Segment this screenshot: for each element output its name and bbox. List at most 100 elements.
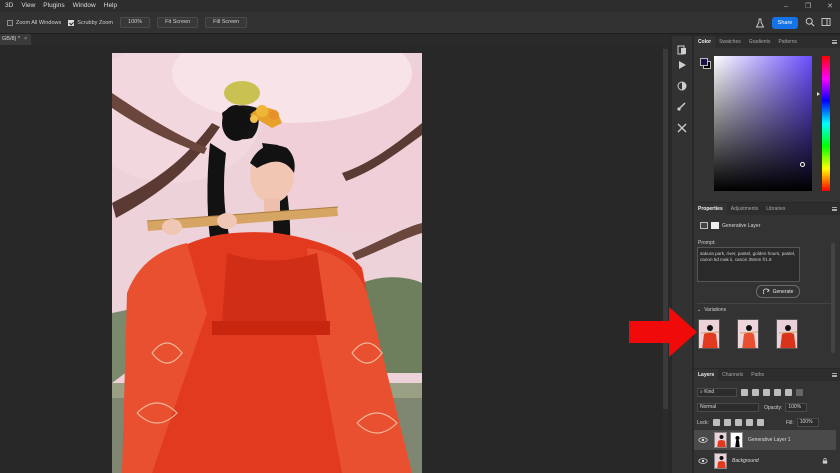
- opacity-field[interactable]: 100%: [785, 403, 808, 412]
- layer-row-generative[interactable]: Generative Layer 1: [694, 430, 836, 450]
- lock-label: Lock:: [697, 419, 709, 426]
- brush-settings-icon[interactable]: [676, 100, 688, 112]
- flask-icon[interactable]: [755, 18, 765, 28]
- tab-libraries[interactable]: Libraries: [762, 203, 789, 215]
- layer-name: Background: [732, 458, 759, 464]
- lock-position-icon[interactable]: [734, 419, 742, 426]
- properties-scrollbar[interactable]: [831, 243, 835, 353]
- lock-transparent-icon[interactable]: [712, 419, 720, 426]
- panel-menu-icon[interactable]: [832, 40, 837, 44]
- share-button[interactable]: Share: [772, 17, 798, 29]
- chevron-down-icon: ⌄: [697, 307, 702, 313]
- checkbox-unchecked-icon: [7, 19, 13, 26]
- layer-thumbnail: [714, 453, 727, 469]
- menu-3d[interactable]: 3D: [0, 0, 17, 12]
- menu-plugins[interactable]: Plugins: [39, 0, 68, 12]
- zoom-100-button[interactable]: 100%: [120, 17, 151, 28]
- variation-thumbnail-3[interactable]: [776, 319, 798, 349]
- adjustment-filter-icon[interactable]: [752, 389, 759, 396]
- generate-icon: [762, 288, 770, 295]
- fit-screen-button[interactable]: Fit Screen: [157, 17, 199, 28]
- minimize-icon[interactable]: –: [782, 3, 790, 10]
- layer-type-label: Generative Layer: [722, 222, 761, 229]
- canvas-image[interactable]: [112, 53, 422, 473]
- type-filter-icon[interactable]: [763, 389, 770, 396]
- tab-swatches[interactable]: Swatches: [715, 36, 745, 48]
- restore-icon[interactable]: ❐: [804, 2, 812, 10]
- tab-adjustments[interactable]: Adjustments: [727, 203, 763, 215]
- layers-panel-tabs: Layers Channels Paths: [694, 369, 840, 381]
- workspace-icon[interactable]: [821, 17, 831, 27]
- play-icon[interactable]: [676, 59, 688, 71]
- zoom-all-windows-checkbox[interactable]: Zoom All Windows: [7, 19, 61, 26]
- generate-button[interactable]: Generate: [756, 285, 800, 298]
- hue-slider[interactable]: [822, 56, 830, 191]
- document-tab-bar: GB/8) * ×: [0, 34, 670, 45]
- pixel-filter-icon[interactable]: [741, 389, 748, 396]
- kind-filter-label: Kind: [704, 389, 715, 395]
- layer-filter-row: ⌕ Kind: [697, 388, 803, 397]
- lock-artboard-icon[interactable]: [745, 419, 753, 426]
- lock-image-icon[interactable]: [723, 419, 731, 426]
- color-panel: Color Swatches Gradients Patterns: [694, 36, 840, 202]
- menu-view[interactable]: View: [17, 0, 39, 12]
- variation-thumbnail-2[interactable]: [737, 319, 759, 349]
- blend-mode-select[interactable]: Normal: [697, 403, 759, 412]
- properties-panel: Properties Adjustments Libraries Generat…: [694, 203, 840, 368]
- tab-color[interactable]: Color: [694, 36, 716, 48]
- smart-object-filter-icon[interactable]: [785, 389, 792, 396]
- close-tab-icon[interactable]: ×: [24, 34, 27, 45]
- lock-row: Lock: Fill: 100%: [697, 418, 819, 427]
- visibility-eye-icon[interactable]: [698, 458, 708, 464]
- tab-patterns[interactable]: Patterns: [774, 36, 801, 48]
- panel-menu-icon[interactable]: [832, 207, 837, 211]
- adjustment-icon[interactable]: [676, 80, 688, 92]
- menu-help[interactable]: Help: [100, 0, 121, 12]
- document-tab-label: GB/8) *: [2, 36, 21, 42]
- shape-filter-icon[interactable]: [774, 389, 781, 396]
- visibility-eye-icon[interactable]: [698, 437, 708, 443]
- prompt-label: Prompt:: [698, 240, 716, 246]
- color-picker-field[interactable]: [714, 56, 812, 191]
- filter-toggle-icon[interactable]: [796, 389, 803, 396]
- variations-label: Variations: [704, 307, 727, 313]
- document-tab[interactable]: GB/8) * ×: [0, 34, 32, 45]
- tab-gradients[interactable]: Gradients: [745, 36, 775, 48]
- tab-channels[interactable]: Channels: [718, 369, 747, 381]
- section-divider: [697, 303, 833, 304]
- layer-name: Generative Layer 1: [748, 437, 791, 443]
- color-picker-cursor[interactable]: [800, 162, 805, 167]
- properties-panel-tabs: Properties Adjustments Libraries: [694, 203, 840, 215]
- generate-label: Generate: [772, 288, 794, 295]
- prompt-textarea[interactable]: sakura park, river, pastel, golden hours…: [697, 247, 800, 282]
- blend-row: Normal Opacity: 100%: [697, 403, 808, 412]
- canvas-scrollbar[interactable]: [663, 45, 668, 473]
- search-icon[interactable]: [805, 17, 815, 27]
- history-icon[interactable]: [676, 44, 688, 56]
- hue-slider-handle[interactable]: [817, 92, 820, 96]
- fill-screen-button[interactable]: Fill Screen: [205, 17, 248, 28]
- red-arrow-icon: [629, 307, 697, 357]
- variations-header[interactable]: ⌄ Variations: [697, 307, 726, 313]
- scrubby-zoom-label: Scrubby Zoom: [77, 19, 114, 26]
- options-bar: Zoom All Windows Scrubby Zoom 100% Fit S…: [0, 12, 840, 34]
- lock-icon[interactable]: [822, 458, 828, 464]
- color-panel-tabs: Color Swatches Gradients Patterns: [694, 36, 840, 48]
- variation-thumbnail-1[interactable]: [698, 319, 720, 349]
- lock-all-icon[interactable]: [756, 419, 764, 426]
- tools-icon[interactable]: [676, 122, 688, 134]
- tab-layers[interactable]: Layers: [694, 369, 719, 381]
- close-icon[interactable]: ✕: [826, 2, 834, 10]
- fill-field[interactable]: 100%: [796, 418, 819, 427]
- tab-paths[interactable]: Paths: [747, 369, 768, 381]
- layer-row-background[interactable]: Background: [694, 451, 836, 471]
- kind-filter-select[interactable]: ⌕ Kind: [697, 388, 737, 397]
- panel-menu-icon[interactable]: [832, 373, 837, 377]
- menu-bar: 3D View Plugins Window Help – ❐ ✕: [0, 0, 840, 12]
- foreground-color-swatch[interactable]: [700, 58, 708, 66]
- tab-properties[interactable]: Properties: [694, 203, 727, 215]
- fill-label: Fill:: [785, 419, 794, 426]
- panel-toolstrip: [672, 36, 692, 473]
- scrubby-zoom-checkbox[interactable]: Scrubby Zoom: [68, 19, 114, 26]
- menu-window[interactable]: Window: [69, 0, 100, 12]
